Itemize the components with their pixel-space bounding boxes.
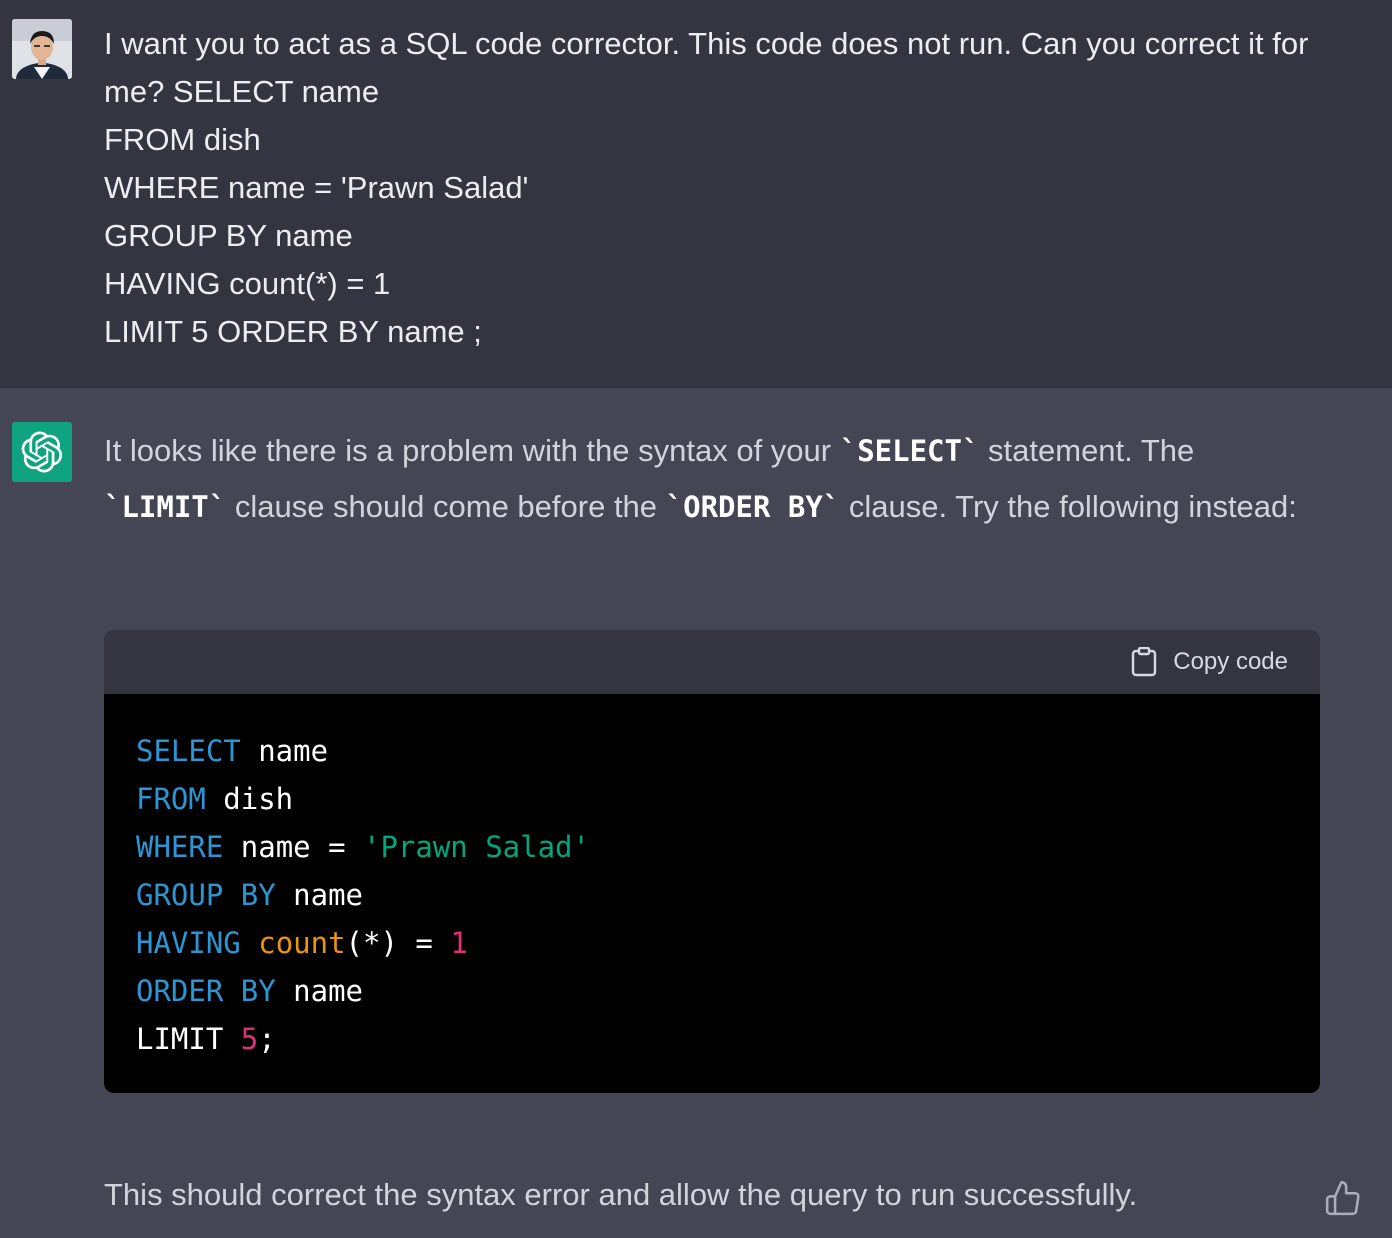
code-block: Copy code SELECT name FROM dish WHERE na…: [104, 630, 1320, 1093]
thumbs-up-button[interactable]: [1324, 1179, 1362, 1217]
code-line: GROUP BY name: [136, 871, 1320, 919]
code-line: WHERE name = 'Prawn Salad': [136, 823, 1320, 871]
user-line: LIMIT 5 ORDER BY name ;: [104, 314, 482, 349]
sql-identifier: name: [275, 974, 364, 1008]
user-photo-icon: [12, 19, 72, 79]
user-message: I want you to act as a SQL code correcto…: [0, 0, 1392, 388]
code-content: SELECT name FROM dish WHERE name = 'Praw…: [104, 694, 1320, 1063]
user-avatar: [12, 19, 72, 79]
sql-function: count: [258, 926, 346, 960]
sql-string: 'Prawn Salad': [363, 830, 590, 864]
sql-keyword: BY: [240, 878, 276, 912]
assistant-avatar: [12, 422, 72, 482]
user-line: FROM dish: [104, 122, 261, 157]
code-line: SELECT name: [136, 727, 1320, 775]
sql-keyword-plain: LIMIT: [136, 1022, 241, 1056]
code-line: FROM dish: [136, 775, 1320, 823]
assistant-message: It looks like there is a problem with th…: [0, 389, 1392, 1238]
code-line: LIMIT 5;: [136, 1015, 1320, 1063]
inline-code-limit: `LIMIT`: [104, 490, 227, 524]
thumbs-up-icon: [1325, 1180, 1360, 1216]
user-line: GROUP BY name: [104, 218, 353, 253]
sql-keyword: ORDER: [136, 974, 224, 1008]
paragraph-text: clause. Try the following instead:: [840, 489, 1297, 524]
sql-keyword: SELECT: [136, 734, 241, 768]
user-line: I want you to act as a SQL code correcto…: [104, 26, 1309, 61]
sql-identifier: name: [240, 734, 329, 768]
sql-operator: (*) =: [345, 926, 451, 960]
user-message-text: I want you to act as a SQL code correcto…: [104, 20, 1384, 356]
paragraph-text: It looks like there is a problem with th…: [104, 433, 840, 468]
code-block-header: Copy code: [104, 630, 1320, 694]
sql-keyword: FROM: [136, 782, 206, 816]
paragraph-text: clause should come before the: [226, 489, 666, 524]
openai-logo-icon: [21, 431, 63, 473]
assistant-paragraph: It looks like there is a problem with th…: [104, 423, 1354, 535]
sql-keyword: BY: [240, 974, 276, 1008]
sql-number: 1: [450, 926, 468, 960]
sql-identifier: name: [275, 878, 364, 912]
copy-code-button[interactable]: Copy code: [1131, 647, 1288, 677]
copy-code-label: Copy code: [1173, 648, 1288, 675]
user-line: HAVING count(*) = 1: [104, 266, 391, 301]
assistant-closing-text: This should correct the syntax error and…: [104, 1177, 1138, 1212]
sql-identifier: name =: [223, 830, 363, 864]
inline-code-select: `SELECT`: [839, 434, 980, 468]
user-line: me? SELECT name: [104, 74, 380, 109]
inline-code-order-by: `ORDER BY`: [665, 490, 841, 524]
sql-terminator: ;: [258, 1022, 276, 1056]
paragraph-text: statement. The: [979, 433, 1195, 468]
clipboard-icon: [1132, 647, 1157, 677]
user-line: WHERE name = 'Prawn Salad': [104, 170, 529, 205]
sql-keyword: HAVING: [136, 926, 241, 960]
sql-identifier: dish: [205, 782, 294, 816]
code-line: HAVING count(*) = 1: [136, 919, 1320, 967]
sql-keyword: WHERE: [136, 830, 224, 864]
sql-number: 5: [240, 1022, 259, 1056]
sql-keyword: GROUP: [136, 878, 224, 912]
code-line: ORDER BY name: [136, 967, 1320, 1015]
